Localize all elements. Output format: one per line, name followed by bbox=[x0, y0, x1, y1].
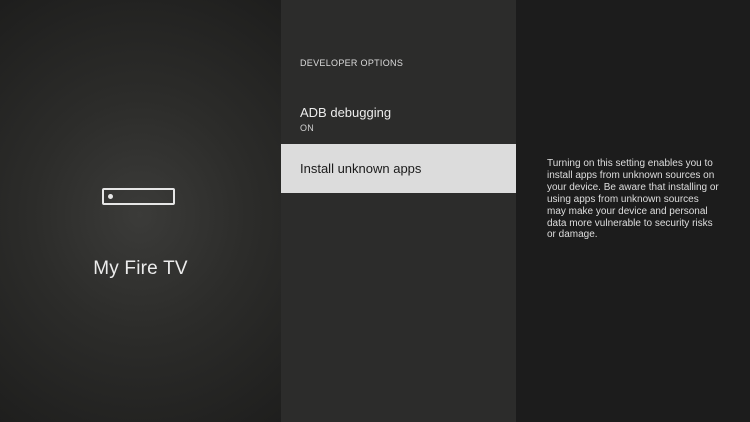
menu-item-title: ADB debugging bbox=[300, 105, 392, 120]
menu-item-adb-debugging[interactable]: ADB debugging ON bbox=[281, 105, 516, 141]
menu-item-install-unknown-apps[interactable]: Install unknown apps bbox=[281, 144, 516, 193]
developer-options-menu: DEVELOPER OPTIONS ADB debugging ON Insta… bbox=[281, 0, 516, 422]
device-panel: My Fire TV bbox=[0, 0, 281, 422]
fire-tv-stick-icon bbox=[102, 188, 175, 205]
menu-item-title: Install unknown apps bbox=[300, 161, 422, 176]
device-led-dot bbox=[108, 194, 113, 199]
setting-description: Turning on this setting enables you to i… bbox=[547, 158, 719, 241]
description-panel: Turning on this setting enables you to i… bbox=[516, 0, 750, 422]
menu-item-status: ON bbox=[300, 123, 315, 133]
device-name: My Fire TV bbox=[93, 258, 188, 279]
section-header: DEVELOPER OPTIONS bbox=[300, 58, 404, 68]
